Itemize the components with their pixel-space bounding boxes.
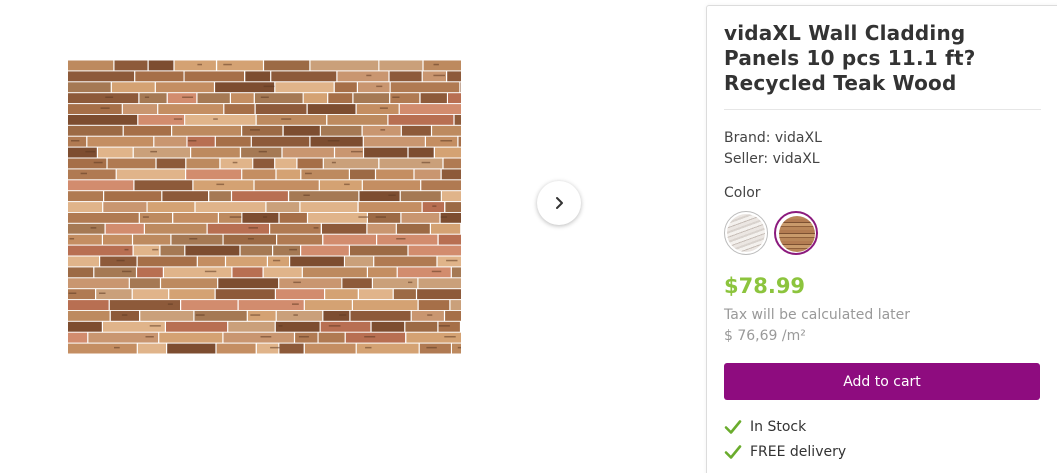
feature-label: In Stock (750, 419, 807, 435)
unit-price: $ 76,69 /m² (724, 328, 806, 344)
next-image-button[interactable] (537, 181, 581, 225)
feature-free-delivery: FREE delivery (724, 442, 846, 462)
product-page: vidaXL Wall Cladding Panels 10 pcs 11.1 … (0, 0, 1057, 473)
checkmark-icon (724, 445, 742, 459)
checkmark-icon (724, 420, 742, 434)
product-price: $78.99 (724, 274, 806, 298)
product-image (68, 60, 461, 354)
product-info-panel: vidaXL Wall Cladding Panels 10 pcs 11.1 … (706, 5, 1057, 473)
seller-line: Seller: vidaXL (724, 151, 820, 167)
feature-in-stock: In Stock (724, 417, 806, 437)
feature-label: FREE delivery (750, 444, 847, 460)
product-gallery (0, 0, 700, 473)
color-swatch-teak[interactable] (774, 211, 818, 255)
add-to-cart-button[interactable]: Add to cart (724, 363, 1040, 400)
color-label: Color (724, 185, 761, 201)
color-swatch-white[interactable] (724, 211, 768, 255)
tax-note: Tax will be calculated later (724, 307, 911, 323)
product-title: vidaXL Wall Cladding Panels 10 pcs 11.1 … (724, 21, 976, 95)
brand-line: Brand: vidaXL (724, 130, 822, 146)
chevron-right-icon (556, 197, 563, 209)
divider (724, 109, 1041, 110)
